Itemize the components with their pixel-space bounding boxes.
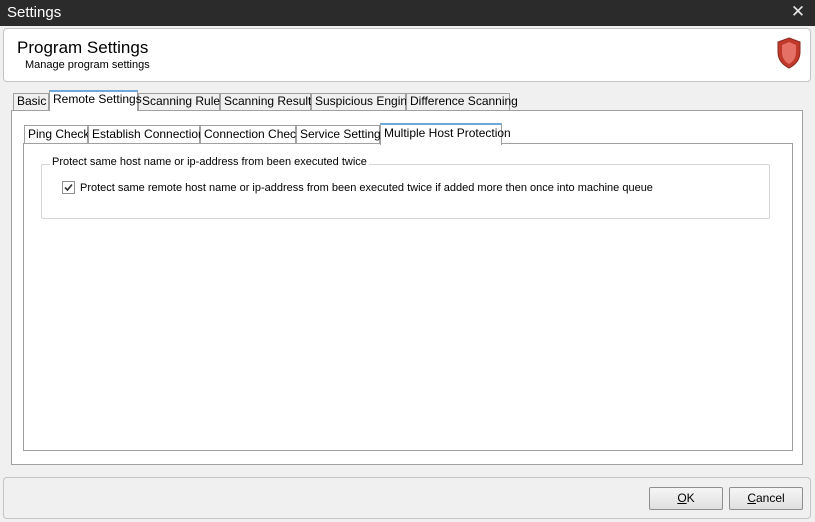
settings-content: Basic Remote Settings Scanning Rules Sca…	[11, 90, 803, 465]
shield-icon	[777, 37, 801, 69]
tab-ping-check[interactable]: Ping Check	[24, 125, 89, 144]
dialog-footer: OK Cancel	[3, 477, 811, 519]
tab-suspicious-engine[interactable]: Suspicious Engine	[311, 93, 414, 110]
tab-service-settings[interactable]: Service Settings	[296, 125, 387, 144]
tab-difference-scanning[interactable]: Difference Scanning	[406, 93, 518, 110]
remote-settings-panel: Ping Check Establish Connections Connect…	[11, 110, 803, 465]
protect-host-checkbox[interactable]	[62, 181, 75, 194]
main-tab-strip: Basic Remote Settings Scanning Rules Sca…	[11, 90, 803, 111]
tab-basic[interactable]: Basic	[13, 93, 49, 110]
checkmark-icon	[64, 183, 73, 192]
protect-host-checkbox-label: Protect same remote host name or ip-addr…	[80, 182, 653, 194]
tab-scanning-rules[interactable]: Scanning Rules	[138, 93, 226, 110]
page-title: Program Settings	[17, 38, 149, 57]
tab-connection-check[interactable]: Connection Check	[200, 125, 302, 144]
page-subtitle: Manage program settings	[25, 59, 150, 71]
tab-remote-settings[interactable]: Remote Settings	[49, 90, 142, 111]
tab-multiple-host-protection[interactable]: Multiple Host Protection	[380, 123, 511, 145]
ok-button[interactable]: OK	[649, 487, 723, 510]
header-panel: Program Settings Manage program settings	[3, 28, 811, 82]
tab-establish-connections[interactable]: Establish Connections	[88, 125, 211, 144]
ok-mnemonic: O	[677, 491, 687, 505]
tab-scanning-results[interactable]: Scanning Results	[220, 93, 317, 110]
title-bar: Settings ✕	[0, 0, 815, 26]
groupbox-legend: Protect same host name or ip-address fro…	[50, 156, 369, 168]
multiple-host-protection-panel: Protect same host name or ip-address fro…	[23, 143, 793, 451]
close-icon[interactable]: ✕	[790, 3, 806, 21]
protection-groupbox: Protect same host name or ip-address fro…	[41, 156, 770, 219]
sub-tab-strip: Ping Check Establish Connections Connect…	[24, 123, 784, 145]
ok-label-rest: K	[686, 491, 695, 505]
cancel-mnemonic: C	[747, 491, 756, 505]
cancel-button[interactable]: Cancel	[729, 487, 803, 510]
window-title: Settings	[7, 4, 62, 21]
cancel-label-rest: ancel	[755, 491, 785, 505]
